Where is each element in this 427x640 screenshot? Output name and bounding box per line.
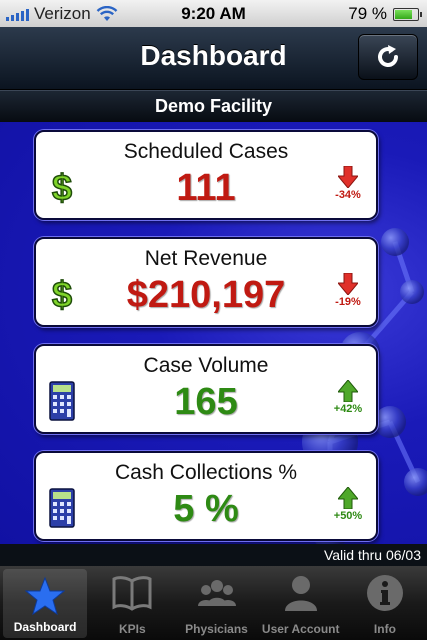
kpi-change: +50% bbox=[333, 510, 363, 522]
kpi-title: Net Revenue bbox=[144, 247, 268, 270]
tab-label: Physicians bbox=[185, 622, 248, 636]
info-icon bbox=[366, 575, 403, 611]
tab-label: Info bbox=[373, 622, 396, 636]
kpi-card-case-volume[interactable]: Case Volume 165 +42% bbox=[34, 344, 378, 434]
kpi-card-net-revenue[interactable]: Net Revenue $ $210,197 -19% bbox=[34, 237, 378, 327]
down-arrow-icon bbox=[338, 273, 358, 295]
kpi-title: Scheduled Cases bbox=[123, 140, 289, 163]
kpi-change: +42% bbox=[333, 403, 363, 415]
up-arrow-icon bbox=[338, 380, 358, 402]
down-arrow-icon bbox=[338, 166, 358, 188]
tab-info[interactable]: Info bbox=[343, 566, 427, 640]
kpi-value: $210,197 bbox=[126, 274, 286, 316]
kpi-change: -34% bbox=[335, 189, 361, 201]
kpi-change: -19% bbox=[335, 296, 361, 308]
kpi-title: Case Volume bbox=[143, 354, 269, 377]
status-bar: Verizon 9:20 AM 79 % bbox=[0, 0, 427, 27]
refresh-button[interactable] bbox=[358, 34, 418, 80]
up-arrow-icon bbox=[338, 487, 358, 509]
kpi-card-scheduled-cases[interactable]: Scheduled Cases $ 111 -34% bbox=[34, 130, 378, 220]
group-icon bbox=[197, 580, 236, 606]
trend-indicator: -19% bbox=[328, 273, 368, 308]
kpi-value: 111 bbox=[176, 167, 236, 209]
battery-icon bbox=[393, 7, 422, 21]
kpi-card-cash-collections[interactable]: Cash Collections % 5 % +50% bbox=[34, 451, 378, 541]
tab-label: User Account bbox=[261, 622, 340, 636]
nav-bar: Dashboard bbox=[0, 27, 427, 90]
book-icon bbox=[112, 576, 152, 611]
calculator-icon bbox=[49, 488, 75, 528]
tab-kpis[interactable]: KPIs bbox=[90, 566, 174, 640]
facility-name: Demo Facility bbox=[0, 90, 427, 122]
trend-indicator: +42% bbox=[328, 380, 368, 415]
star-icon bbox=[25, 576, 66, 616]
kpi-title: Cash Collections % bbox=[114, 461, 298, 484]
tab-user-account[interactable]: User Account bbox=[259, 566, 343, 640]
kpi-value: 5 % bbox=[173, 488, 239, 530]
tab-label: KPIs bbox=[118, 622, 146, 636]
kpi-value: 165 bbox=[174, 381, 238, 423]
tab-physicians[interactable]: Physicians bbox=[174, 566, 258, 640]
trend-indicator: -34% bbox=[328, 166, 368, 201]
battery-percent: 79 % bbox=[348, 4, 387, 23]
dollar-icon: $ bbox=[51, 166, 73, 208]
trend-indicator: +50% bbox=[328, 487, 368, 522]
user-icon bbox=[284, 576, 317, 611]
svg-text:$: $ bbox=[52, 274, 72, 315]
refresh-icon bbox=[378, 45, 398, 67]
dollar-icon: $ bbox=[51, 273, 73, 315]
svg-text:$: $ bbox=[52, 167, 72, 208]
kpi-panel: Scheduled Cases $ 111 -34% Net Revenue $… bbox=[0, 122, 427, 544]
valid-thru-label: Valid thru 06/03 bbox=[0, 544, 427, 566]
calculator-icon bbox=[49, 381, 75, 421]
tab-bar: Dashboard KPIs Physicians User Account I… bbox=[0, 566, 427, 640]
tab-label: Dashboard bbox=[13, 620, 77, 634]
tab-dashboard[interactable]: Dashboard bbox=[3, 569, 88, 638]
